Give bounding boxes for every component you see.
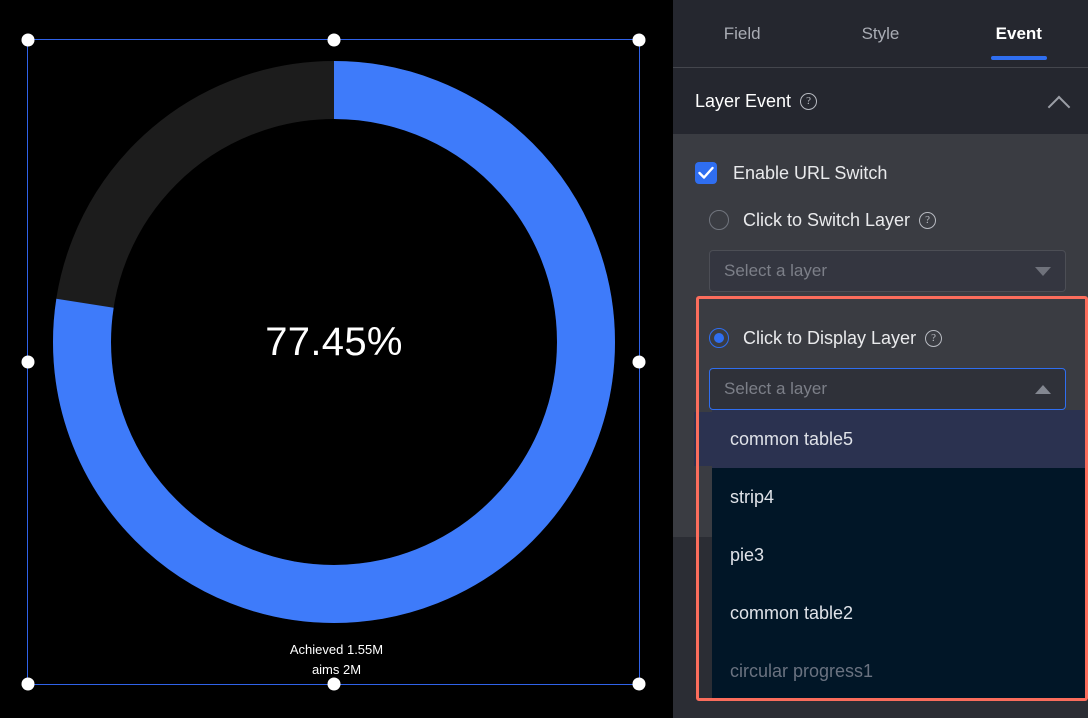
click-to-display-layer-row[interactable]: Click to Display Layer ?: [673, 314, 1088, 362]
section-title-text: Layer Event: [695, 90, 792, 111]
tab-field[interactable]: Field: [673, 0, 811, 68]
tab-style[interactable]: Style: [811, 0, 949, 68]
tabs-divider: [673, 67, 1088, 68]
enable-url-switch-label: Enable URL Switch: [733, 162, 888, 183]
dropdown-option[interactable]: strip4: [712, 468, 1088, 526]
question-circle-icon[interactable]: ?: [925, 329, 943, 347]
dropdown-option[interactable]: common table5: [712, 410, 1088, 468]
triangle-up-icon[interactable]: [1035, 384, 1051, 394]
switch-layer-select-placeholder: Select a layer: [724, 261, 827, 280]
display-layer-select[interactable]: Select a layer: [709, 368, 1066, 410]
enable-url-switch-row[interactable]: Enable URL Switch: [673, 150, 1088, 196]
section-title-wrap: Layer Event ?: [695, 90, 818, 112]
dropdown-option[interactable]: common table2: [712, 584, 1088, 642]
panel-tabs: Field Style Event: [673, 0, 1088, 68]
donut-center-label-wrap: 77.45%: [34, 42, 634, 642]
dropdown-highlight-sliver: [694, 412, 714, 466]
display-layer-select-placeholder: Select a layer: [724, 379, 827, 398]
chart-caption-line2: aims 2M: [311, 662, 362, 677]
chevron-up-icon[interactable]: [1048, 94, 1070, 108]
question-circle-icon[interactable]: ?: [800, 92, 818, 110]
dropdown-option: circular progress1: [730, 660, 874, 681]
enable-url-switch-checkbox[interactable]: [695, 162, 717, 184]
donut-center-value: 77.45%: [265, 319, 403, 364]
display-layer-dropdown-list[interactable]: common table5 strip4 pie3 common table2 circ…: [712, 410, 1088, 700]
check-icon: [698, 166, 714, 179]
click-to-display-layer-label: Click to Display Layer: [743, 327, 917, 348]
question-circle-icon[interactable]: ?: [919, 211, 937, 229]
switch-layer-select[interactable]: Select a layer: [709, 250, 1066, 292]
resize-handle-top-left[interactable]: [21, 33, 35, 47]
click-to-switch-layer-radio[interactable]: [709, 210, 729, 230]
resize-handle-middle-left[interactable]: [21, 355, 35, 369]
click-to-display-layer-label-wrap: Click to Display Layer ?: [743, 327, 943, 349]
design-canvas[interactable]: 77.45% Achieved 1.55M aims 2M: [0, 0, 673, 718]
layer-event-section-header[interactable]: Layer Event ?: [673, 68, 1088, 134]
click-to-switch-layer-label-wrap: Click to Switch Layer ?: [743, 209, 937, 231]
app-root: 77.45% Achieved 1.55M aims 2M Field Styl…: [0, 0, 1088, 718]
triangle-down-icon[interactable]: [1035, 266, 1051, 276]
resize-handle-top-right[interactable]: [632, 33, 646, 47]
chart-caption: Achieved 1.55M aims 2M: [0, 640, 673, 680]
click-to-display-layer-radio[interactable]: [709, 328, 729, 348]
dropdown-option[interactable]: pie3: [712, 526, 1088, 584]
click-to-switch-layer-label: Click to Switch Layer: [743, 209, 911, 230]
tab-event[interactable]: Event: [950, 0, 1088, 68]
circular-progress-chart[interactable]: 77.45%: [34, 42, 634, 642]
chart-caption-line1: Achieved 1.55M: [289, 642, 384, 657]
resize-handle-middle-right[interactable]: [632, 355, 646, 369]
click-to-switch-layer-row[interactable]: Click to Switch Layer ?: [673, 196, 1088, 244]
